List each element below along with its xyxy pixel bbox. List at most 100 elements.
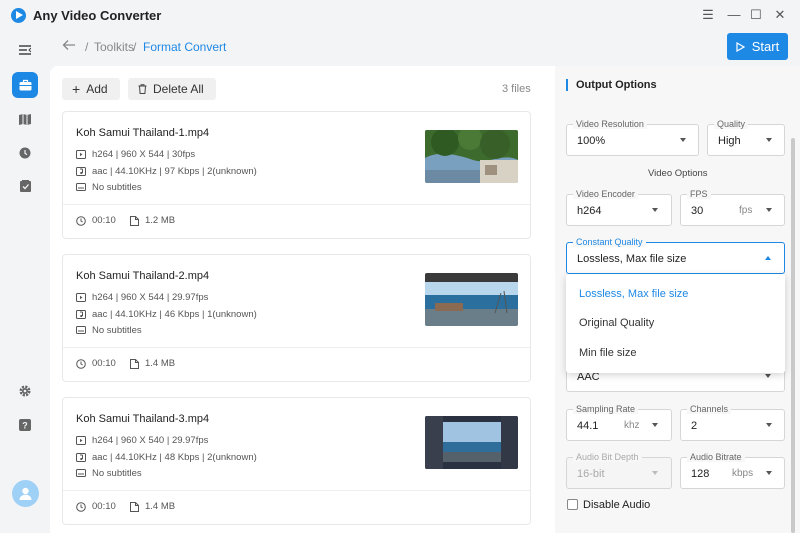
maximize-icon[interactable]: ☐	[747, 6, 765, 24]
breadcrumb-toolkits[interactable]: Toolkits	[94, 40, 134, 54]
add-label: Add	[86, 82, 108, 96]
help-icon[interactable]: ?	[12, 412, 38, 438]
file-name: Koh Samui Thailand-1.mp4	[76, 127, 210, 139]
sampling-rate-value: 44.1	[577, 420, 599, 432]
dropdown-option-min-file-size[interactable]: Min file size	[579, 347, 636, 359]
breadcrumb-format-convert: Format Convert	[143, 40, 227, 54]
history-clock-icon[interactable]	[12, 140, 38, 166]
subtitle-info: No subtitles	[76, 325, 142, 336]
chevron-down-icon	[766, 471, 772, 475]
file-card[interactable]: Koh Samui Thailand-2.mp4 h264 | 960 X 54…	[62, 254, 531, 382]
app-title: Any Video Converter	[33, 8, 162, 23]
audio-track-icon	[76, 310, 86, 319]
video-options-title: Video Options	[648, 168, 708, 179]
video-thumbnail[interactable]	[425, 416, 518, 469]
tasks-checklist-icon[interactable]	[12, 173, 38, 199]
menu-icon[interactable]: ☰	[699, 6, 717, 24]
trash-icon	[138, 84, 147, 94]
file-icon	[130, 358, 139, 369]
start-button[interactable]: Start	[727, 33, 788, 60]
svg-text:?: ?	[22, 421, 28, 431]
map-icon[interactable]	[12, 106, 38, 132]
output-options-title: Output Options	[566, 79, 657, 91]
audio-info: aac | 44.10KHz | 97 Kbps | 2(unknown)	[76, 166, 257, 177]
chevron-down-icon	[680, 138, 686, 142]
chevron-down-icon	[765, 374, 771, 378]
sampling-rate-unit: khz	[624, 420, 640, 431]
constant-quality-select[interactable]: Constant Quality Lossless, Max file size	[566, 237, 785, 274]
dropdown-option-original-quality[interactable]: Original Quality	[579, 317, 654, 329]
video-thumbnail[interactable]	[425, 273, 518, 326]
file-count: 3 files	[502, 83, 531, 95]
file-size: 1.4 MB	[130, 358, 175, 369]
chevron-down-icon	[652, 208, 658, 212]
dropdown-option-lossless[interactable]: Lossless, Max file size	[579, 288, 688, 300]
channels-select[interactable]: Channels 2	[680, 404, 785, 441]
quality-label: Quality	[714, 119, 749, 129]
toolkit-icon[interactable]	[12, 72, 38, 98]
file-size: 1.2 MB	[130, 215, 175, 226]
file-name: Koh Samui Thailand-3.mp4	[76, 413, 210, 425]
file-list-panel: + Add Delete All 3 files Koh Samui Thail…	[50, 66, 555, 533]
video-track-icon	[76, 150, 86, 159]
audio-track-icon	[76, 167, 86, 176]
close-icon[interactable]: ✕	[771, 6, 789, 24]
audio-bitrate-select[interactable]: Audio Bitrate 128 kbps	[680, 452, 785, 489]
chevron-down-icon	[766, 423, 772, 427]
sidebar: ?	[0, 30, 50, 533]
delete-all-button[interactable]: Delete All	[128, 78, 216, 100]
video-track-icon	[76, 436, 86, 445]
video-encoder-value: h264	[577, 205, 602, 217]
breadcrumb-separator: /	[85, 40, 89, 54]
title-bar: Any Video Converter ☰ — ☐ ✕	[0, 0, 800, 30]
fps-label: FPS	[687, 189, 711, 199]
top-bar: / Toolkits / Format Convert	[50, 30, 800, 66]
subtitle-info: No subtitles	[76, 182, 142, 193]
chevron-down-icon	[766, 138, 772, 142]
minimize-icon[interactable]: —	[725, 6, 743, 24]
video-encoder-select[interactable]: Video Encoder h264	[566, 189, 672, 226]
back-arrow-icon[interactable]	[62, 38, 76, 55]
card-divider	[63, 204, 530, 205]
subtitle-info: No subtitles	[76, 468, 142, 479]
subtitle-icon	[76, 326, 86, 334]
app-logo-icon	[11, 8, 26, 23]
fps-unit: fps	[739, 205, 753, 216]
audio-bitrate-label: Audio Bitrate	[687, 452, 745, 462]
fps-select[interactable]: FPS 30 fps	[680, 189, 785, 226]
video-resolution-label: Video Resolution	[573, 119, 647, 129]
channels-value: 2	[691, 420, 698, 432]
audio-track-icon	[76, 453, 86, 462]
video-thumbnail[interactable]	[425, 130, 518, 183]
video-info: h264 | 960 X 544 | 29.97fps	[76, 292, 208, 303]
add-button[interactable]: + Add	[62, 78, 120, 100]
panel-scrollbar[interactable]	[791, 138, 795, 533]
subtitle-icon	[76, 183, 86, 191]
video-info: h264 | 960 X 540 | 29.97fps	[76, 435, 208, 446]
clock-icon	[76, 358, 86, 369]
user-avatar[interactable]	[12, 480, 39, 507]
sampling-rate-select[interactable]: Sampling Rate 44.1 khz	[566, 404, 672, 441]
channels-label: Channels	[687, 404, 732, 414]
duration: 00:10	[76, 215, 116, 226]
file-name: Koh Samui Thailand-2.mp4	[76, 270, 210, 282]
file-card[interactable]: Koh Samui Thailand-3.mp4 h264 | 960 X 54…	[62, 397, 531, 525]
settings-gear-icon[interactable]	[12, 378, 38, 404]
disable-audio-checkbox[interactable]	[567, 499, 578, 510]
collapse-menu-icon[interactable]	[12, 37, 38, 63]
file-icon	[130, 501, 139, 512]
audio-bitrate-unit: kbps	[732, 468, 754, 479]
disable-audio-label[interactable]: Disable Audio	[583, 499, 650, 511]
file-card[interactable]: Koh Samui Thailand-1.mp4 h264 | 960 X 54…	[62, 111, 531, 239]
video-resolution-select[interactable]: Video Resolution 100%	[566, 119, 699, 156]
chevron-down-icon	[766, 208, 772, 212]
breadcrumb-separator: /	[133, 40, 137, 54]
file-icon	[130, 215, 139, 226]
video-info: h264 | 960 X 544 | 30fps	[76, 149, 195, 160]
chevron-down-icon	[652, 423, 658, 427]
quality-value: High	[718, 135, 741, 147]
start-label: Start	[751, 39, 780, 54]
duration: 00:10	[76, 358, 116, 369]
quality-select[interactable]: Quality High	[707, 119, 785, 156]
constant-quality-dropdown: Lossless, Max file size Original Quality…	[566, 274, 785, 373]
